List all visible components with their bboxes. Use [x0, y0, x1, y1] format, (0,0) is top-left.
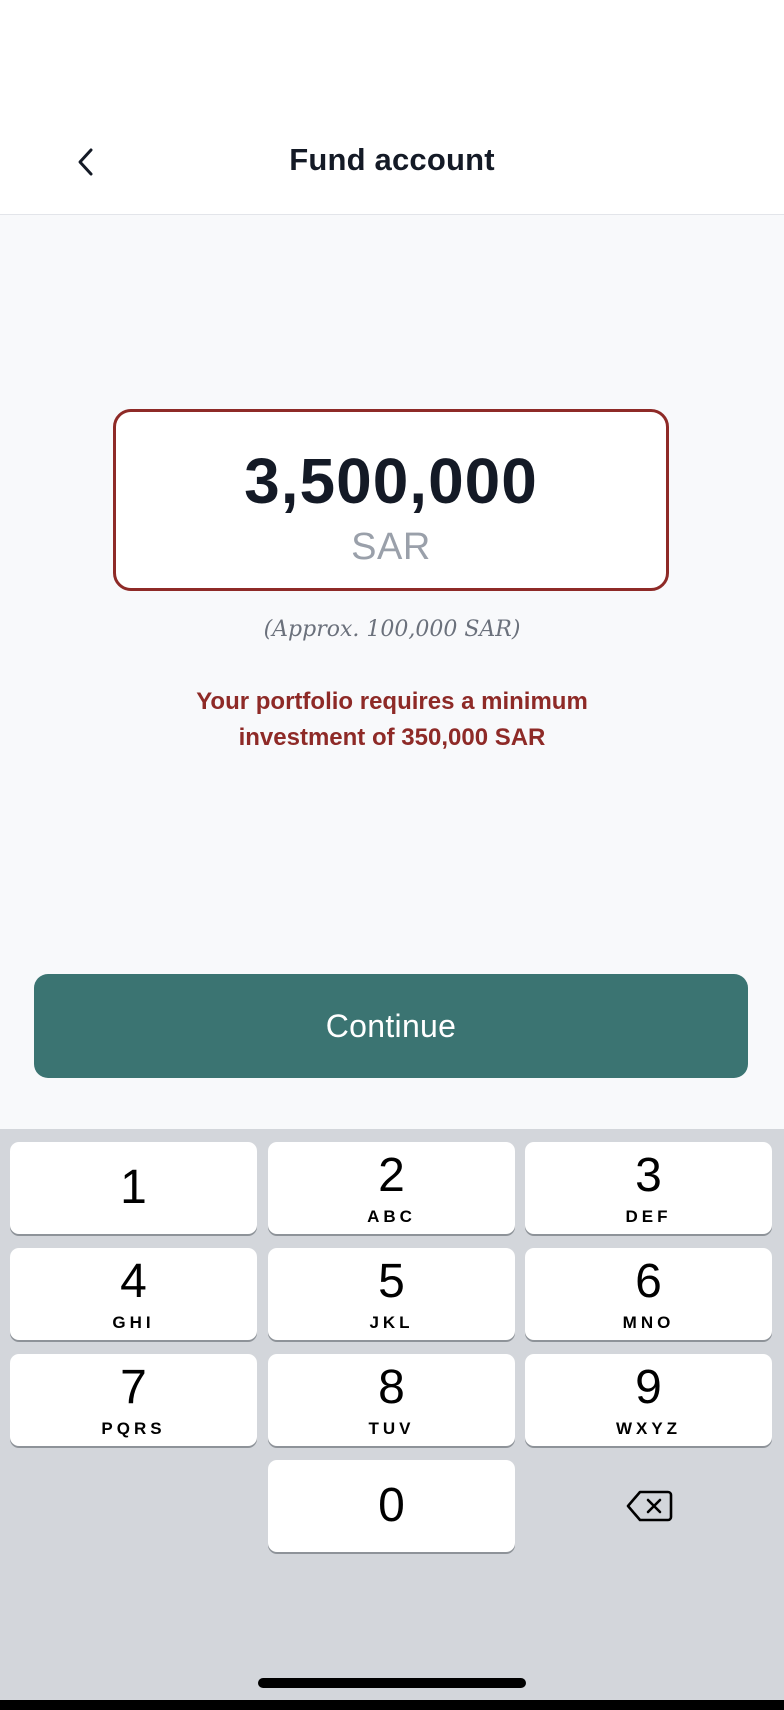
- backspace-icon: [626, 1490, 672, 1522]
- key-digit: 0: [378, 1479, 405, 1532]
- key-0[interactable]: 0: [268, 1460, 515, 1552]
- bottom-edge: [0, 1700, 784, 1710]
- key-6[interactable]: 6 MNO: [525, 1248, 772, 1340]
- key-7[interactable]: 7 PQRS: [10, 1354, 257, 1446]
- key-3[interactable]: 3 DEF: [525, 1142, 772, 1234]
- amount-input[interactable]: 3,500,000 SAR: [113, 409, 669, 591]
- home-indicator: [258, 1678, 526, 1688]
- key-digit: 7: [120, 1361, 147, 1414]
- key-letters: PQRS: [101, 1419, 166, 1438]
- key-letters: DEF: [625, 1207, 672, 1226]
- key-digit: 4: [120, 1255, 147, 1308]
- continue-label: Continue: [325, 1007, 457, 1044]
- amount-value: 3,500,000: [244, 445, 538, 517]
- key-1[interactable]: 1: [10, 1142, 257, 1234]
- header: Fund account: [0, 0, 784, 215]
- key-letters: ABC: [367, 1207, 416, 1226]
- key-digit: 3: [635, 1149, 662, 1202]
- key-letters: JKL: [369, 1313, 414, 1332]
- key-5[interactable]: 5 JKL: [268, 1248, 515, 1340]
- key-9[interactable]: 9 WXYZ: [525, 1354, 772, 1446]
- delete-key[interactable]: [525, 1460, 772, 1552]
- continue-button[interactable]: Continue: [34, 974, 748, 1078]
- key-letters: TUV: [368, 1419, 415, 1438]
- key-digit: 6: [635, 1255, 662, 1308]
- key-letters: GHI: [112, 1313, 155, 1332]
- page-title: Fund account: [289, 142, 495, 177]
- key-4[interactable]: 4 GHI: [10, 1248, 257, 1340]
- key-letters: WXYZ: [615, 1419, 682, 1438]
- key-digit: 5: [378, 1255, 405, 1308]
- fund-account-screen: Fund account 3,500,000 SAR (Approx. 100,…: [0, 0, 784, 1710]
- key-digit: 9: [635, 1361, 662, 1414]
- approx-conversion: (Approx. 100,000 SAR): [263, 617, 521, 642]
- key-letters: MNO: [622, 1313, 675, 1332]
- key-digit: 8: [378, 1361, 405, 1414]
- key-digit: 2: [378, 1149, 405, 1202]
- key-2[interactable]: 2 ABC: [268, 1142, 515, 1234]
- key-8[interactable]: 8 TUV: [268, 1354, 515, 1446]
- key-digit: 1: [120, 1161, 147, 1214]
- amount-currency: SAR: [351, 526, 431, 568]
- minimum-investment-error: Your portfolio requires a minimum invest…: [196, 688, 588, 751]
